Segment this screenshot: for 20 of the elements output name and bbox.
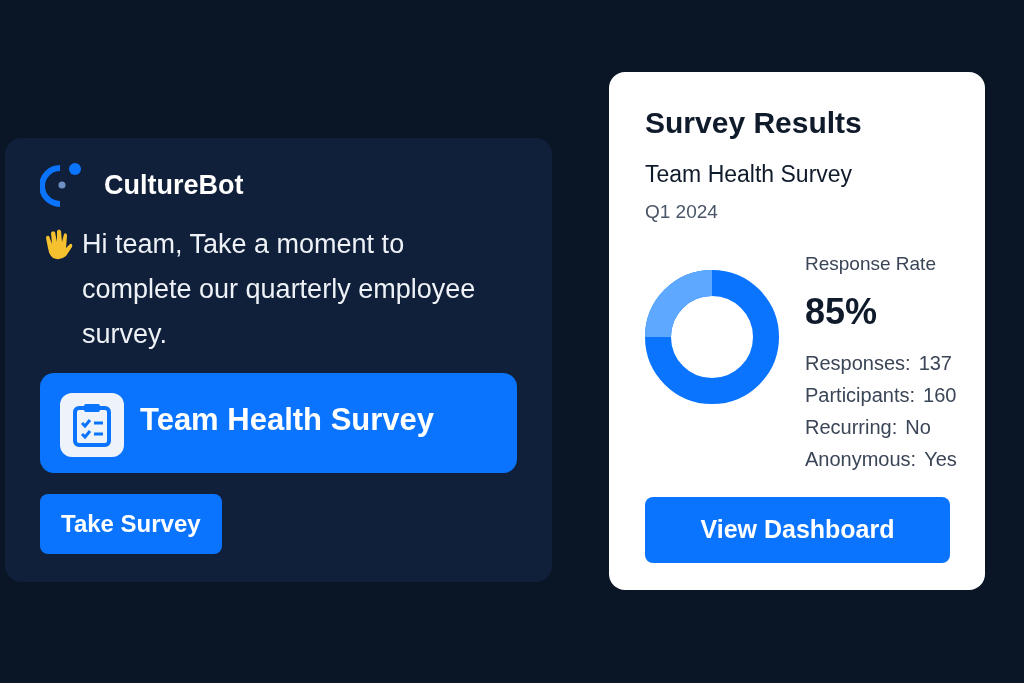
rate-label: Response Rate [805,252,937,276]
survey-title: Team Health Survey [140,401,435,439]
stat-value: No [905,414,931,440]
stat-label: Participants: [805,382,916,408]
take-survey-button[interactable]: Take Survey [40,494,222,554]
card-title: Survey Results [645,105,863,141]
bot-name: CultureBot [104,168,244,202]
stat-label: Anonymous: [805,446,917,472]
survey-name: Team Health Survey [645,160,854,189]
stat-label: Recurring: [805,414,898,440]
stat-label: Responses: [805,350,911,376]
stat-value: 137 [918,350,952,376]
survey-attachment[interactable]: Team Health Survey [40,373,517,473]
view-dashboard-button[interactable]: View Dashboard [645,496,950,563]
stat-value: Yes [924,446,957,472]
message-text: Hi team, Take a moment to complete our quarterly employee survey. [82,228,477,351]
clipboard-checklist-icon [72,403,112,447]
survey-period: Q1 2024 [645,199,719,224]
stat-value: 160 [923,382,957,408]
rate-value: 85% [805,289,879,334]
